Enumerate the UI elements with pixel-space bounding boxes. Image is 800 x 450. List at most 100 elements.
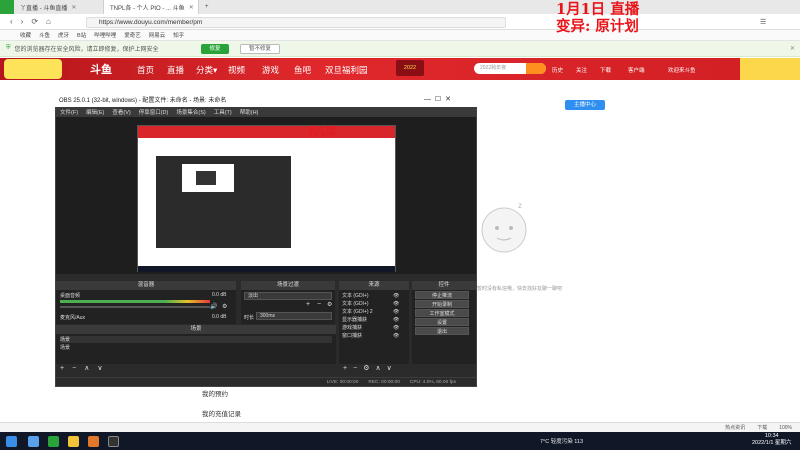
remove-icon[interactable]: − <box>353 365 357 372</box>
rec-timer: REC: 00:00:00 <box>368 379 400 385</box>
weather-tray[interactable]: 7°C 轻度污染 113 <box>540 437 583 445</box>
bookmark-item[interactable]: 爱奇艺 <box>124 31 141 39</box>
zoom-level[interactable]: 100% <box>779 425 792 431</box>
close-icon[interactable]: ✕ <box>189 4 194 11</box>
source-item[interactable]: 窗口捕获 <box>342 332 362 339</box>
nav-home[interactable]: 首页 <box>137 64 154 76</box>
follow-link[interactable]: 关注 <box>576 66 587 74</box>
studio-mode-button[interactable]: 工作室模式 <box>415 309 469 317</box>
anchor-center-button[interactable]: 主播中心 <box>565 100 605 110</box>
add-icon[interactable]: + <box>306 301 310 308</box>
event-badge[interactable]: 2022 <box>396 60 424 76</box>
forward-icon[interactable]: › <box>21 17 24 26</box>
start-recording-button[interactable]: 开始录制 <box>415 300 469 308</box>
nav-event[interactable]: 双旦福利园 <box>325 64 368 76</box>
app-icon[interactable] <box>88 436 99 447</box>
history-link[interactable]: 历史 <box>552 66 563 74</box>
client-link[interactable]: 客户端 <box>628 66 645 74</box>
browser-tab-bar: 丫直播 - 斗鱼直播 ✕ TNPL各 - 个人 PtO - ... 斗鱼 ✕ + <box>0 0 800 14</box>
ie-icon[interactable] <box>28 436 39 447</box>
menu-item-help[interactable]: 帮助(H) <box>240 108 259 116</box>
menu-item-view[interactable]: 查看(V) <box>112 108 130 116</box>
sidebar-item-reservation[interactable]: 我的预约 <box>202 388 228 398</box>
menu-item-scene-collection[interactable]: 场景集合(S) <box>176 108 205 116</box>
download-link[interactable]: 下载 <box>757 424 767 431</box>
sidebar-item-recharge[interactable]: 我的充值记录 <box>202 408 241 418</box>
search-button[interactable] <box>526 63 546 74</box>
settings-button[interactable]: 设置 <box>415 318 469 326</box>
source-item[interactable]: 文本 (GDI+) 2 <box>342 308 373 315</box>
nav-fishbar[interactable]: 鱼吧 <box>294 64 311 76</box>
taskbar-clock[interactable]: 10:34 2022/1/1 星期六 <box>752 433 791 447</box>
new-tab-button[interactable]: + <box>199 0 215 14</box>
bookmark-item[interactable]: 斗鱼 <box>39 31 50 39</box>
browser-tab[interactable]: 丫直播 - 斗鱼直播 ✕ <box>14 0 104 14</box>
fix-button[interactable]: 修复 <box>201 44 229 54</box>
source-item[interactable]: 游戏捕获 <box>342 324 362 331</box>
event-logo[interactable] <box>4 59 62 79</box>
back-icon[interactable]: ‹ <box>10 17 13 26</box>
menu-item-tools[interactable]: 工具(T) <box>214 108 232 116</box>
gear-icon[interactable]: ⚙ <box>327 301 332 308</box>
download-link[interactable]: 下载 <box>600 66 611 74</box>
start-icon[interactable] <box>6 436 17 447</box>
url-input[interactable]: https://www.douyu.com/member/pm <box>86 17 506 28</box>
exit-button[interactable]: 退出 <box>415 327 469 335</box>
home-icon[interactable]: ⌂ <box>46 17 51 26</box>
scene-item[interactable]: 场景 <box>60 344 332 351</box>
visibility-icon[interactable]: 👁 👁 👁 👁 👁 👁 <box>393 292 399 340</box>
gear-icon[interactable]: ⚙ <box>363 364 369 372</box>
obs-icon[interactable] <box>108 436 119 447</box>
remove-icon[interactable]: − <box>317 301 321 308</box>
close-icon[interactable]: ✕ <box>445 96 451 103</box>
remove-icon[interactable]: − <box>72 365 76 372</box>
browser-icon[interactable] <box>48 436 59 447</box>
menu-item-file[interactable]: 文件(F) <box>60 108 78 116</box>
close-icon[interactable]: ✕ <box>71 4 76 11</box>
folder-icon[interactable] <box>68 436 79 447</box>
menu-item-docks[interactable]: 停靠窗口(D) <box>139 108 169 116</box>
menu-item-edit[interactable]: 编辑(E) <box>86 108 104 116</box>
arrow-down-icon[interactable]: ∨ <box>97 364 102 372</box>
arrow-up-icon[interactable]: ∧ <box>84 364 89 372</box>
volume-slider[interactable] <box>60 306 210 308</box>
bookmark-item[interactable]: 收藏 <box>20 31 31 39</box>
empty-illustration-icon: z <box>481 201 527 253</box>
close-icon[interactable]: ✕ <box>790 45 795 52</box>
browser-tab-active[interactable]: TNPL各 - 个人 PtO - ... 斗鱼 ✕ <box>104 0 199 14</box>
source-item[interactable]: 文本 (GDI+) <box>342 300 369 307</box>
bookmark-item[interactable]: 知乎 <box>173 31 184 39</box>
duration-label: 时长 <box>244 315 255 321</box>
source-item[interactable]: 显示器捕获 <box>342 316 367 323</box>
nav-live[interactable]: 直播 <box>167 64 184 76</box>
bookmark-item[interactable]: 哔哩哔哩 <box>94 31 116 39</box>
menu-icon[interactable]: ☰ <box>760 18 766 26</box>
event-banner-right[interactable] <box>740 58 800 80</box>
nav-video[interactable]: 视频 <box>228 64 245 76</box>
maximize-icon[interactable]: ☐ <box>435 96 441 103</box>
dismiss-button[interactable]: 暂不修复 <box>240 44 280 54</box>
arrow-down-icon[interactable]: ∨ <box>387 364 392 372</box>
stop-streaming-button[interactable]: 停止推流 <box>415 291 469 299</box>
url-text: https://www.douyu.com/member/pm <box>99 19 203 26</box>
source-item[interactable]: 文本 (GDI+) <box>342 292 369 299</box>
gear-icon[interactable]: ⚙ <box>222 303 227 310</box>
speaker-icon[interactable]: 🔊 <box>210 303 217 310</box>
bookmark-item[interactable]: 虎牙 <box>58 31 69 39</box>
add-icon[interactable]: + <box>343 365 347 372</box>
scene-item[interactable]: 场景 <box>60 336 332 343</box>
bookmark-item[interactable]: 网易云 <box>149 31 166 39</box>
duration-input[interactable]: 300ms <box>256 312 332 320</box>
scenes-dock-title: 场景 <box>56 325 336 334</box>
nav-category[interactable]: 分类▾ <box>196 64 217 76</box>
douyu-logo-icon[interactable]: 斗鱼 <box>90 61 112 77</box>
nav-game[interactable]: 游戏 <box>262 64 279 76</box>
transition-select[interactable]: 淡出 <box>244 292 332 300</box>
arrow-up-icon[interactable]: ∧ <box>375 364 380 372</box>
hot-news-link[interactable]: 热点资讯 <box>725 424 745 431</box>
minimize-icon[interactable]: — <box>424 96 431 103</box>
add-icon[interactable]: + <box>60 365 64 372</box>
user-welcome[interactable]: 欢迎来斗鱼 <box>668 66 696 74</box>
bookmark-item[interactable]: B站 <box>77 31 86 39</box>
refresh-icon[interactable]: ⟳ <box>31 17 38 26</box>
